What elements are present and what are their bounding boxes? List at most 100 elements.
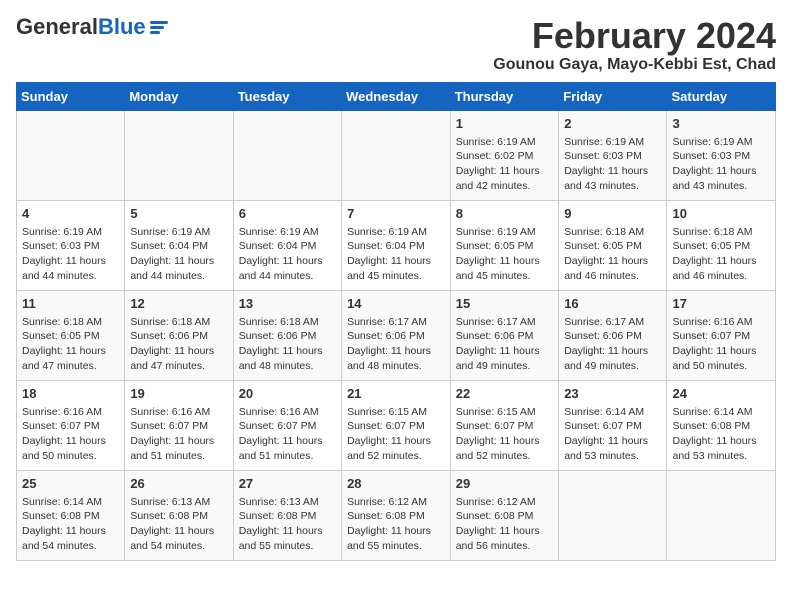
day-info: Sunset: 6:07 PM [239,419,336,434]
day-number: 15 [456,295,553,313]
day-info: Sunrise: 6:19 AM [456,135,553,150]
day-info: Sunrise: 6:12 AM [456,495,553,510]
day-info: Sunrise: 6:17 AM [347,315,445,330]
day-info: Sunrise: 6:19 AM [22,225,119,240]
day-info: Daylight: 11 hours [672,434,770,449]
calendar-cell [125,110,233,200]
calendar-week: 11Sunrise: 6:18 AMSunset: 6:05 PMDayligh… [17,290,776,380]
day-info: and 43 minutes. [564,179,661,194]
day-info: Daylight: 11 hours [672,164,770,179]
day-info: Sunrise: 6:16 AM [239,405,336,420]
day-info: Sunset: 6:06 PM [239,329,336,344]
day-info: Daylight: 11 hours [564,254,661,269]
day-info: and 55 minutes. [239,539,336,554]
day-number: 14 [347,295,445,313]
calendar-week: 18Sunrise: 6:16 AMSunset: 6:07 PMDayligh… [17,380,776,470]
day-info: Daylight: 11 hours [564,164,661,179]
calendar-cell [233,110,341,200]
calendar-cell: 6Sunrise: 6:19 AMSunset: 6:04 PMDaylight… [233,200,341,290]
day-info: Sunrise: 6:16 AM [22,405,119,420]
day-info: and 50 minutes. [672,359,770,374]
day-info: and 44 minutes. [130,269,227,284]
calendar-header: SundayMondayTuesdayWednesdayThursdayFrid… [17,82,776,110]
day-info: Sunrise: 6:18 AM [239,315,336,330]
day-info: Daylight: 11 hours [564,434,661,449]
calendar-week: 25Sunrise: 6:14 AMSunset: 6:08 PMDayligh… [17,470,776,560]
day-info: Sunset: 6:08 PM [456,509,553,524]
day-number: 8 [456,205,553,223]
day-info: Daylight: 11 hours [456,434,553,449]
day-info: and 45 minutes. [347,269,445,284]
day-number: 24 [672,385,770,403]
calendar-cell: 15Sunrise: 6:17 AMSunset: 6:06 PMDayligh… [450,290,558,380]
day-info: Sunset: 6:04 PM [347,239,445,254]
day-info: and 42 minutes. [456,179,553,194]
day-info: Sunrise: 6:16 AM [672,315,770,330]
day-info: Sunset: 6:07 PM [130,419,227,434]
weekday-header: Friday [559,82,667,110]
day-info: Daylight: 11 hours [456,164,553,179]
day-info: Sunset: 6:07 PM [456,419,553,434]
day-number: 26 [130,475,227,493]
day-info: Daylight: 11 hours [130,344,227,359]
day-number: 23 [564,385,661,403]
day-info: Sunrise: 6:17 AM [564,315,661,330]
calendar-cell: 19Sunrise: 6:16 AMSunset: 6:07 PMDayligh… [125,380,233,470]
calendar-table: SundayMondayTuesdayWednesdayThursdayFrid… [16,82,776,561]
day-info: Sunset: 6:04 PM [239,239,336,254]
day-info: Sunset: 6:08 PM [672,419,770,434]
day-info: Daylight: 11 hours [130,254,227,269]
day-info: and 51 minutes. [130,449,227,464]
day-info: Sunrise: 6:19 AM [239,225,336,240]
day-info: Daylight: 11 hours [22,434,119,449]
day-info: Sunrise: 6:13 AM [130,495,227,510]
day-info: Sunset: 6:06 PM [347,329,445,344]
day-info: Sunset: 6:08 PM [22,509,119,524]
calendar-cell [559,470,667,560]
main-title: February 2024 [493,16,776,56]
day-info: Daylight: 11 hours [130,434,227,449]
day-info: Daylight: 11 hours [22,254,119,269]
calendar-cell: 9Sunrise: 6:18 AMSunset: 6:05 PMDaylight… [559,200,667,290]
calendar-cell: 23Sunrise: 6:14 AMSunset: 6:07 PMDayligh… [559,380,667,470]
calendar-cell: 7Sunrise: 6:19 AMSunset: 6:04 PMDaylight… [342,200,451,290]
logo-general: General [16,14,98,39]
day-number: 6 [239,205,336,223]
day-info: Daylight: 11 hours [347,434,445,449]
day-info: Sunset: 6:05 PM [22,329,119,344]
day-info: and 44 minutes. [239,269,336,284]
day-info: Sunrise: 6:18 AM [672,225,770,240]
day-info: and 46 minutes. [564,269,661,284]
day-info: and 52 minutes. [347,449,445,464]
day-info: Sunset: 6:03 PM [564,149,661,164]
calendar-cell: 25Sunrise: 6:14 AMSunset: 6:08 PMDayligh… [17,470,125,560]
calendar-cell: 18Sunrise: 6:16 AMSunset: 6:07 PMDayligh… [17,380,125,470]
calendar-cell: 12Sunrise: 6:18 AMSunset: 6:06 PMDayligh… [125,290,233,380]
calendar-cell: 20Sunrise: 6:16 AMSunset: 6:07 PMDayligh… [233,380,341,470]
day-info: Sunset: 6:02 PM [456,149,553,164]
day-info: and 50 minutes. [22,449,119,464]
day-info: Sunset: 6:03 PM [672,149,770,164]
day-info: Sunrise: 6:12 AM [347,495,445,510]
day-number: 3 [672,115,770,133]
day-info: Sunrise: 6:14 AM [22,495,119,510]
day-info: Daylight: 11 hours [347,344,445,359]
day-info: and 49 minutes. [456,359,553,374]
day-info: Sunrise: 6:18 AM [130,315,227,330]
weekday-header: Tuesday [233,82,341,110]
day-info: and 48 minutes. [239,359,336,374]
day-info: and 56 minutes. [456,539,553,554]
calendar-cell: 24Sunrise: 6:14 AMSunset: 6:08 PMDayligh… [667,380,776,470]
day-info: Sunrise: 6:16 AM [130,405,227,420]
day-info: Sunset: 6:08 PM [239,509,336,524]
calendar-cell: 26Sunrise: 6:13 AMSunset: 6:08 PMDayligh… [125,470,233,560]
title-area: February 2024 Gounou Gaya, Mayo-Kebbi Es… [493,16,776,74]
calendar-cell [342,110,451,200]
day-info: Sunset: 6:06 PM [564,329,661,344]
day-number: 9 [564,205,661,223]
day-info: and 45 minutes. [456,269,553,284]
day-info: Sunrise: 6:19 AM [347,225,445,240]
day-number: 17 [672,295,770,313]
calendar-cell: 5Sunrise: 6:19 AMSunset: 6:04 PMDaylight… [125,200,233,290]
day-number: 4 [22,205,119,223]
